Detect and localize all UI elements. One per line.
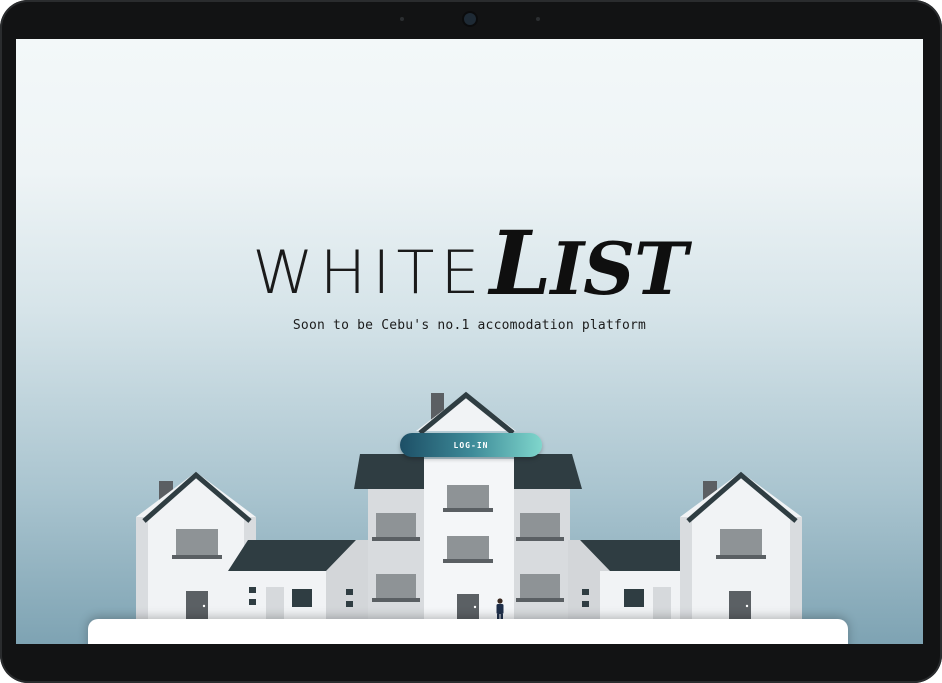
proximity-sensor: [400, 17, 404, 21]
center-building: [354, 391, 582, 619]
app-screen: WHITE LIST Soon to be Cebu's no.1 accomo…: [16, 39, 923, 644]
tablet-device-frame: WHITE LIST Soon to be Cebu's no.1 accomo…: [0, 0, 942, 683]
bottom-content-panel: [88, 619, 848, 644]
right-house: [680, 471, 802, 619]
login-button[interactable]: LOG-IN: [400, 433, 542, 457]
houses-illustration: [136, 391, 802, 619]
left-wing: [228, 540, 368, 619]
front-camera-icon: [464, 13, 476, 25]
light-sensor: [536, 17, 540, 21]
